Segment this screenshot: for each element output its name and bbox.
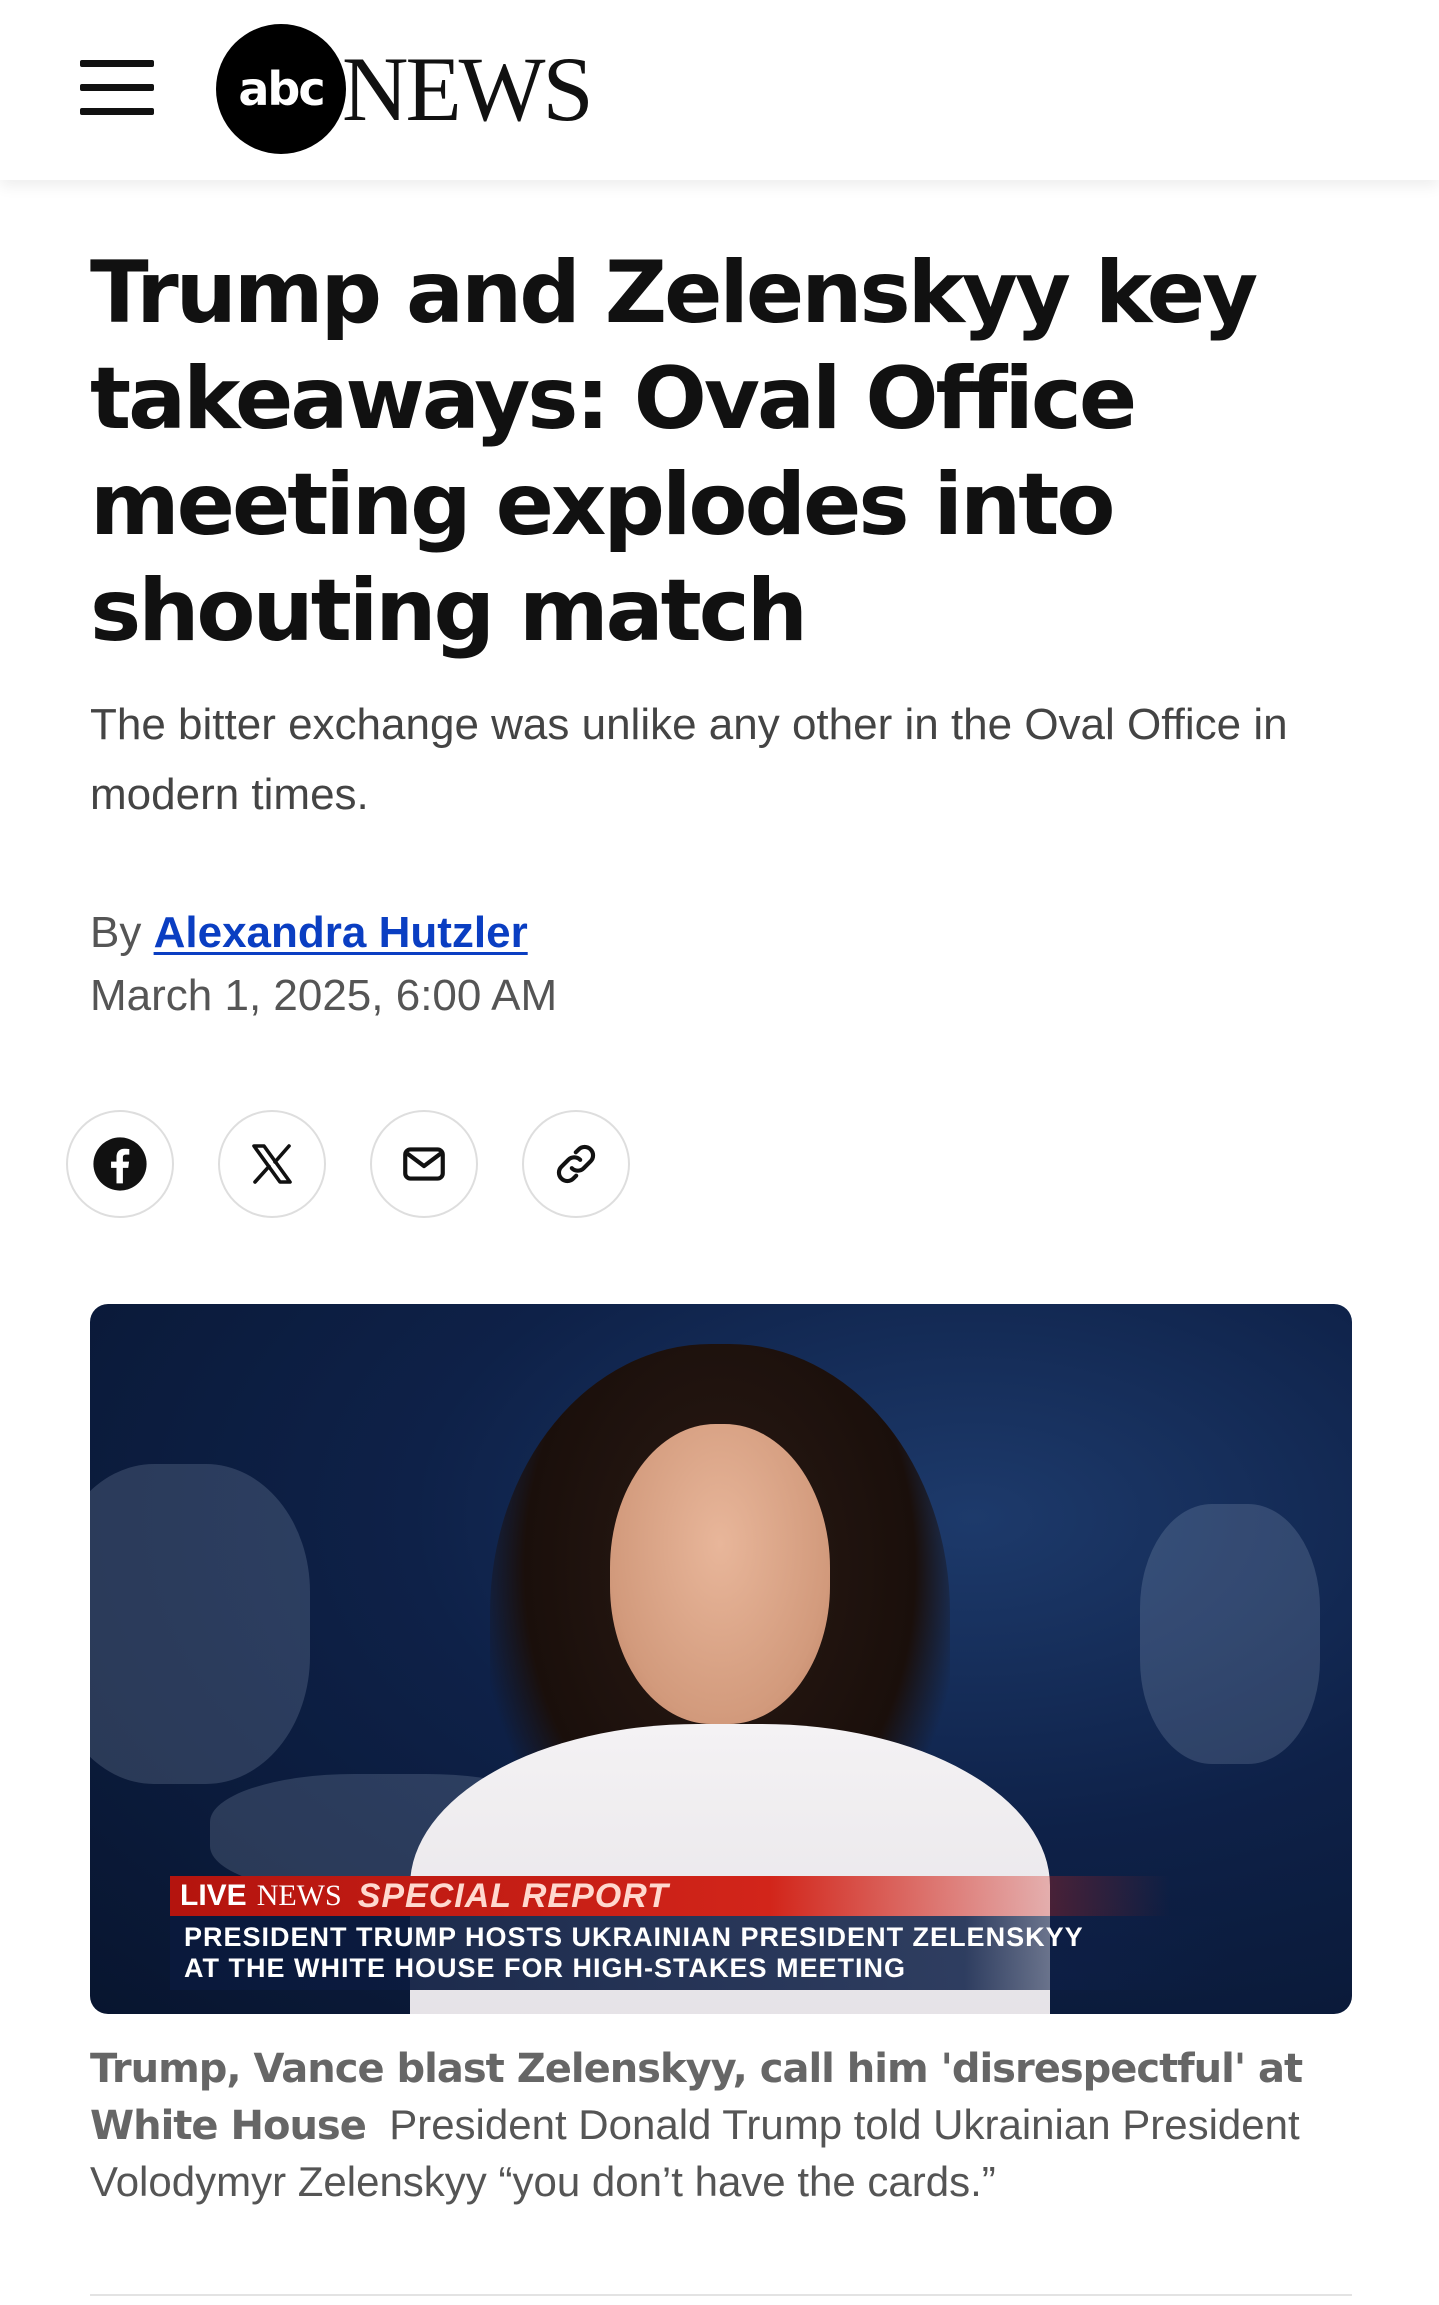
facebook-icon (93, 1137, 147, 1191)
share-facebook-button[interactable] (66, 1110, 174, 1218)
ticker-line-1: PRESIDENT TRUMP HOSTS UKRAINIAN PRESIDEN… (184, 1922, 1084, 1952)
link-icon (556, 1144, 596, 1184)
news-brand-label: NEWS (256, 1879, 342, 1912)
video-player[interactable]: LIVE NEWS SPECIAL REPORT PRESIDENT TRUMP… (90, 1304, 1352, 2014)
news-anchor-face (610, 1424, 830, 1724)
x-icon (252, 1144, 292, 1184)
video-caption: Trump, Vance blast Zelenskyy, call him '… (90, 2040, 1350, 2210)
news-wordmark: NEWS (342, 38, 594, 140)
share-bar (66, 1110, 630, 1218)
copy-link-button[interactable] (522, 1110, 630, 1218)
lower-third-ticker: PRESIDENT TRUMP HOSTS UKRAINIAN PRESIDEN… (170, 1916, 1230, 1990)
byline: By Alexandra Hutzler (90, 908, 528, 958)
live-label: LIVE (180, 1879, 247, 1912)
abc-logo-circle: abc (216, 24, 346, 154)
ticker-line-2: AT THE WHITE HOUSE FOR HIGH-STAKES MEETI… (184, 1953, 906, 1983)
abc-news-logo[interactable]: abc NEWS (216, 22, 594, 156)
article-headline: Trump and Zelenskyy key takeaways: Oval … (90, 243, 1258, 661)
lower-third-top: LIVE NEWS SPECIAL REPORT (170, 1876, 1170, 1916)
site-header: abc NEWS (0, 0, 1439, 180)
share-email-button[interactable] (370, 1110, 478, 1218)
share-x-button[interactable] (218, 1110, 326, 1218)
special-report-label: SPECIAL REPORT (357, 1876, 669, 1915)
section-divider (90, 2294, 1352, 2296)
mail-icon (403, 1147, 445, 1181)
hamburger-menu-icon[interactable] (80, 60, 154, 116)
byline-prefix: By (90, 908, 142, 957)
publish-date: March 1, 2025, 6:00 AM (90, 971, 558, 1020)
author-link[interactable]: Alexandra Hutzler (154, 908, 528, 957)
news-lower-third: LIVE NEWS SPECIAL REPORT PRESIDENT TRUMP… (170, 1876, 1270, 1990)
article-subheadline: The bitter exchange was unlike any other… (90, 700, 1288, 819)
